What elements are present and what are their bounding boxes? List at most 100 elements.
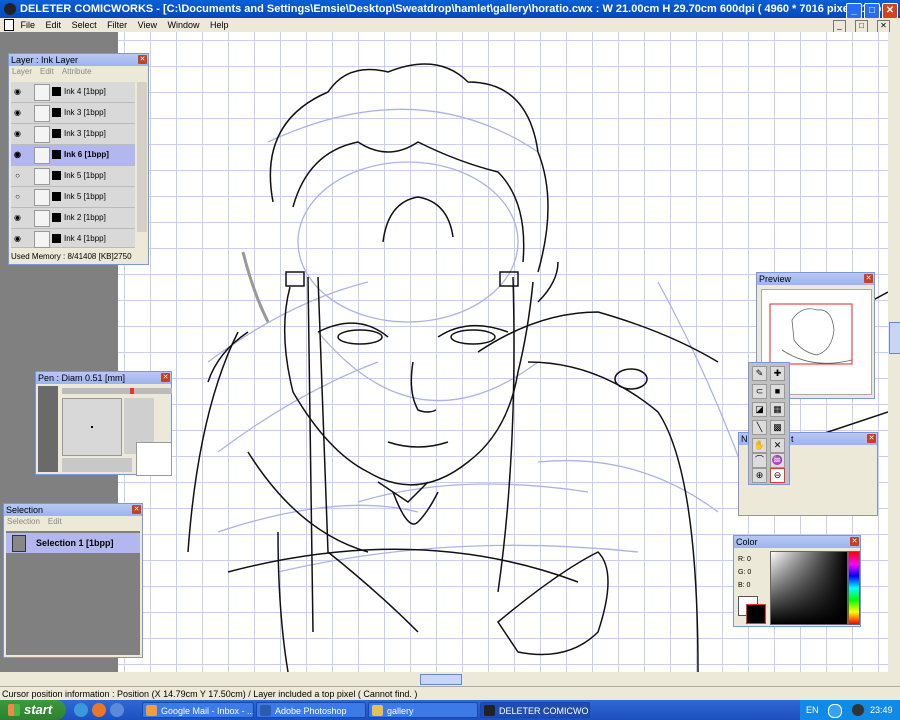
- green-value: G: 0: [738, 569, 752, 576]
- brush-tool-icon[interactable]: ♒: [770, 453, 785, 468]
- color-panel-close-button[interactable]: ✕: [850, 537, 859, 546]
- color-panel-title[interactable]: Color ✕: [734, 536, 860, 548]
- selection-panel-title[interactable]: Selection ✕: [4, 504, 142, 516]
- preview-panel-title[interactable]: Preview ✕: [757, 273, 874, 285]
- layer-row[interactable]: ◉ Ink 2 [1bpp]: [11, 208, 135, 229]
- deleter-icon: [484, 705, 495, 716]
- firefox-quicklaunch-icon[interactable]: [92, 703, 106, 717]
- horizontal-scrollbar[interactable]: [0, 672, 900, 686]
- pen-sliders[interactable]: [62, 458, 132, 472]
- layer-color-swatch: [52, 192, 61, 201]
- pen-panel-title[interactable]: Pen : Diam 0.51 [mm] ✕: [36, 372, 171, 384]
- menu-file[interactable]: File: [21, 20, 36, 30]
- menu-window[interactable]: Window: [168, 20, 200, 30]
- pen-pressure-graph[interactable]: [136, 442, 172, 476]
- maximize-button[interactable]: □: [864, 3, 880, 19]
- pen-panel-title-text: Pen : Diam 0.51 [mm]: [38, 373, 126, 383]
- eye-hidden-icon[interactable]: ○: [13, 192, 22, 201]
- zoom-in-tool-icon[interactable]: ⊕: [752, 468, 767, 483]
- pattern-tool-icon[interactable]: ▦: [770, 402, 785, 417]
- hue-slider[interactable]: [848, 551, 860, 625]
- tray-arrow-icon[interactable]: [828, 704, 842, 718]
- color-panel-title-text: Color: [736, 537, 758, 547]
- layer-panel-close-button[interactable]: ✕: [138, 55, 147, 64]
- curve-tool-icon[interactable]: ⌒: [752, 453, 767, 468]
- selection-panel-close-button[interactable]: ✕: [132, 505, 141, 514]
- menu-help[interactable]: Help: [210, 20, 229, 30]
- layer-name: Ink 4 [1bpp]: [64, 87, 106, 96]
- fill-tool-icon[interactable]: ■: [770, 384, 785, 399]
- move-tool-icon[interactable]: ✚: [770, 366, 785, 381]
- hand-tool-icon[interactable]: ✋: [752, 438, 767, 453]
- layer-row[interactable]: ◉ Ink 4 [1bpp]: [11, 229, 135, 248]
- layer-color-swatch: [52, 213, 61, 222]
- eye-icon[interactable]: ◉: [13, 213, 22, 222]
- taskbar-item-deleter[interactable]: DELETER COMICWO...: [480, 702, 590, 718]
- layer-color-swatch: [52, 108, 61, 117]
- status-bar: Cursor position information : Position (…: [0, 686, 900, 701]
- layer-menu-layer[interactable]: Layer: [12, 67, 32, 76]
- taskbar-item-gmail[interactable]: Google Mail - Inbox - ...: [142, 702, 254, 718]
- eraser-tool-icon[interactable]: ✕: [770, 438, 785, 453]
- tray-app-icon[interactable]: [852, 704, 864, 716]
- eye-hidden-icon[interactable]: ○: [13, 171, 22, 180]
- pen-size-slider[interactable]: [62, 388, 172, 394]
- layer-scrollbar[interactable]: [137, 82, 147, 232]
- eye-icon[interactable]: ◉: [13, 87, 22, 96]
- eye-icon[interactable]: ◉: [13, 150, 22, 159]
- layer-menu-edit[interactable]: Edit: [40, 67, 54, 76]
- preview-panel-close-button[interactable]: ✕: [864, 274, 873, 283]
- lasso-tool-icon[interactable]: ⊂: [752, 384, 767, 399]
- start-button[interactable]: start: [0, 700, 66, 720]
- taskbar-item-photoshop[interactable]: Adobe Photoshop: [256, 702, 366, 718]
- tone-panel-close-button[interactable]: ✕: [867, 434, 876, 443]
- taskbar-item-label: gallery: [387, 706, 414, 716]
- layer-row[interactable]: ○ Ink 5 [1bpp]: [11, 187, 135, 208]
- layer-name: Ink 6 [1bpp]: [64, 150, 109, 159]
- selection-menu-edit[interactable]: Edit: [48, 517, 62, 526]
- color-picker-square[interactable]: [770, 551, 848, 625]
- layer-row[interactable]: ◉ Ink 4 [1bpp]: [11, 82, 135, 103]
- horizontal-scroll-thumb[interactable]: [420, 674, 462, 685]
- vertical-scroll-thumb[interactable]: [889, 322, 900, 354]
- taskbar: start Google Mail - Inbox - ... Adobe Ph…: [0, 700, 900, 720]
- ie-quicklaunch-icon[interactable]: [74, 703, 88, 717]
- foreground-color-swatch[interactable]: [746, 604, 766, 624]
- layer-color-swatch: [52, 234, 61, 243]
- layer-row[interactable]: ◉ Ink 3 [1bpp]: [11, 124, 135, 145]
- windows-logo-icon: [8, 704, 20, 716]
- pen-panel-close-button[interactable]: ✕: [161, 373, 170, 382]
- layer-row[interactable]: ◉ Ink 3 [1bpp]: [11, 103, 135, 124]
- menu-filter[interactable]: Filter: [107, 20, 127, 30]
- desktop-quicklaunch-icon[interactable]: [110, 703, 124, 717]
- minimize-button[interactable]: _: [846, 3, 862, 19]
- eye-icon[interactable]: ◉: [13, 129, 22, 138]
- menu-view[interactable]: View: [138, 20, 157, 30]
- language-indicator[interactable]: EN: [806, 700, 819, 720]
- selection-name: Selection 1 [1bpp]: [36, 538, 114, 548]
- window-controls: _ □ ✕: [844, 1, 898, 19]
- vertical-scrollbar[interactable]: [888, 32, 900, 672]
- menu-edit[interactable]: Edit: [46, 20, 62, 30]
- layer-row[interactable]: ○ Ink 5 [1bpp]: [11, 166, 135, 187]
- layer-menu-attribute[interactable]: Attribute: [62, 67, 92, 76]
- taskbar-item-gallery[interactable]: gallery: [368, 702, 478, 718]
- selection-panel: Selection ✕ Selection Edit Selection 1 [1b…: [3, 503, 143, 658]
- eye-icon[interactable]: ◉: [13, 234, 22, 243]
- pen-tool-icon[interactable]: ✎: [752, 366, 767, 381]
- pen-type-list[interactable]: [38, 386, 58, 472]
- layer-panel-title[interactable]: Layer : Ink Layer ✕: [9, 54, 148, 66]
- line-tool-icon[interactable]: ╲: [752, 420, 767, 435]
- close-button[interactable]: ✕: [882, 3, 898, 19]
- title-bar: DELETER COMICWORKS - [C:\Documents and S…: [0, 0, 900, 33]
- eye-icon[interactable]: ◉: [13, 108, 22, 117]
- selection-row-selected[interactable]: Selection 1 [1bpp]: [6, 533, 140, 553]
- zoom-tool-icon[interactable]: ⊖: [770, 468, 785, 483]
- tone-tool-icon[interactable]: ▩: [770, 420, 785, 435]
- layer-row-selected[interactable]: ◉ Ink 6 [1bpp]: [11, 145, 135, 166]
- layer-name: Ink 5 [1bpp]: [64, 192, 106, 201]
- shape-tool-icon[interactable]: ◪: [752, 402, 767, 417]
- document-icon[interactable]: [4, 19, 14, 31]
- menu-select[interactable]: Select: [72, 20, 97, 30]
- selection-menu-selection[interactable]: Selection: [7, 517, 40, 526]
